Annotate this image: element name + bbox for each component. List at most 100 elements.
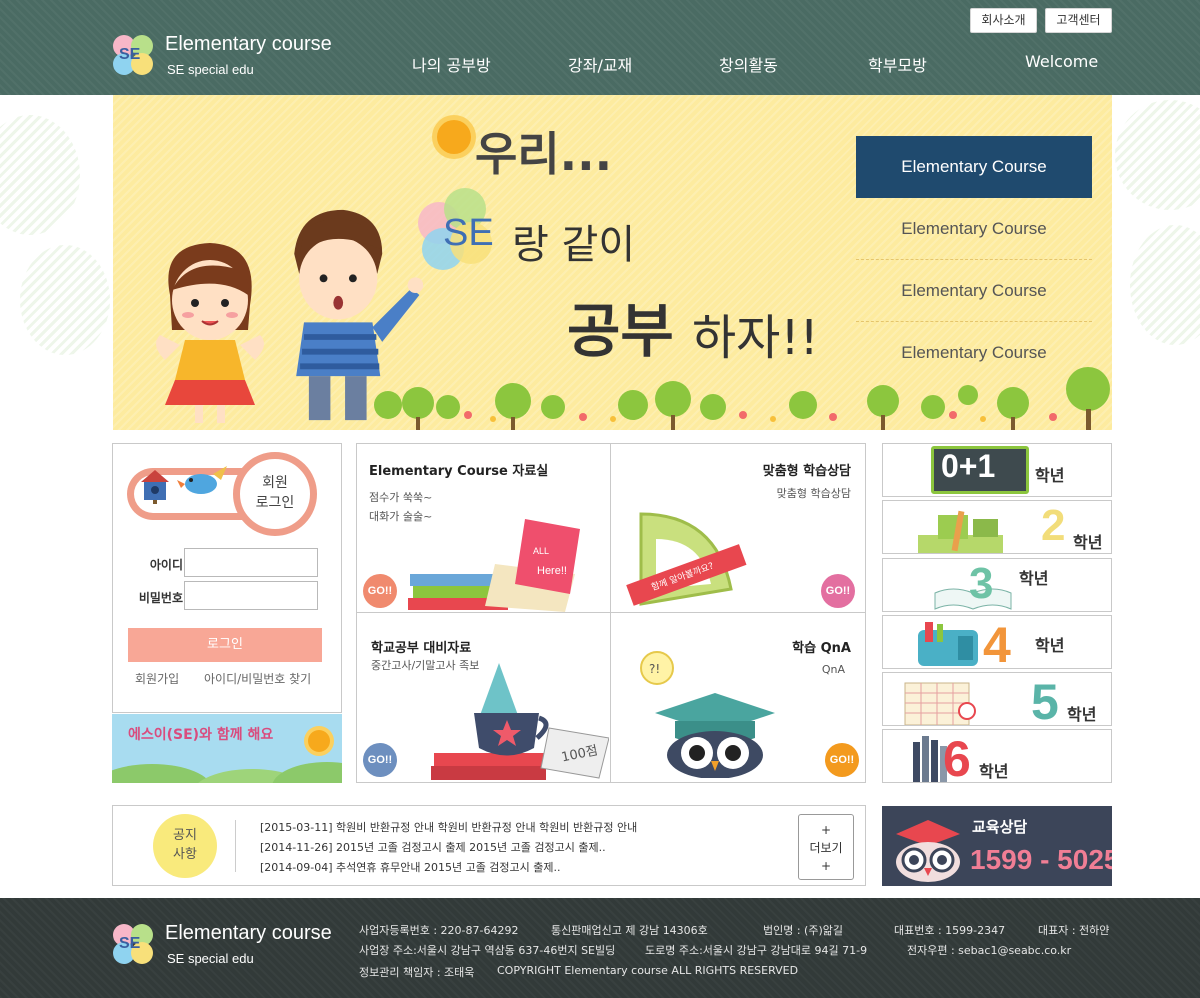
plus-icon: + [820,823,832,837]
card-title: 학습 QnA [792,641,851,656]
consult-banner[interactable]: 교육상담 1599 - 5025 [882,806,1112,886]
customer-center-button[interactable]: 고객센터 [1045,8,1112,33]
grade-item-3[interactable]: 3 학년 [882,558,1112,612]
grade-number: 3 [969,559,994,608]
logo-subtitle: SE special edu [167,62,254,77]
more-button[interactable]: + 더보기 + [798,814,854,880]
grade-item-5[interactable]: 5 학년 [882,672,1112,726]
owl-icon [896,820,960,882]
notice-item[interactable]: [2015-03-11] 학원비 반환규정 안내 학원비 반환규정 안내 학원비… [260,819,637,835]
books-illustration: ALL Here!! [408,519,580,612]
nav-courses[interactable]: 강좌/교재 [568,52,632,76]
banner-headline-3a: 공부 [567,297,674,365]
card-custom-counseling[interactable]: 맞춤형 학습상담 맞춤형 학습상담 함께 알아볼까요? GO!! [611,444,865,613]
notice-board: 공지 사항 [2015-03-11] 학원비 반환규정 안내 학원비 반환규정 … [112,805,866,886]
go-button[interactable]: GO!! [825,743,859,777]
promo-text: 에스이(SE)와 함께 해요 [128,727,274,743]
grade-item-4[interactable]: 4 학년 [882,615,1112,669]
study-illustration: 100점 [431,663,609,780]
course-tab-list: Elementary Course Elementary Course Elem… [856,136,1092,384]
course-tab-1[interactable]: Elementary Course [856,136,1092,198]
password-label: 비밀번호 [138,591,183,605]
notice-item[interactable]: [2014-11-26] 2015년 고졸 검정고시 출제 2015년 고졸 검… [260,839,606,855]
more-label: 더보기 [809,841,843,855]
card-school-prep[interactable]: 학교공부 대비자료 중간고사/기말고사 족보 100점 GO!! [357,613,611,782]
course-tab-3[interactable]: Elementary Course [856,260,1092,322]
sun-icon [437,120,471,154]
logo-title: Elementary course [165,33,332,55]
notice-item[interactable]: [2014-09-04] 추석연휴 휴무안내 2015년 고졸 검정고시 출제.… [260,859,561,875]
nav-creative-activities[interactable]: 창의활동 [719,52,778,76]
go-button[interactable]: GO!! [363,743,397,777]
grade-label: 학년 [1035,636,1065,655]
logo-mark: SE [119,46,141,63]
card-title: 학교공부 대비자료 [371,641,472,656]
svg-text:?!: ?! [649,662,660,676]
consult-phone: 1599 - 5025 [970,844,1112,875]
main-banner: 우리... SE 랑 같이 공부 하자!! Elementary Course … [113,95,1112,430]
footer-address: 사업장 주소:서울시 강남구 역삼동 637-46번지 SE빌딩 [359,944,616,957]
divider [235,820,236,872]
go-button[interactable]: GO!! [363,574,397,608]
grade-label: 학년 [979,762,1009,781]
member-login-badge: 회원 로그인 [233,452,317,536]
footer-email: 전자우편 : sebac1@seabc.co.kr [907,944,1072,957]
grade-item-6[interactable]: 6 학년 [882,729,1112,783]
nav-welcome[interactable]: Welcome [1025,52,1098,71]
card-desc-1: 맞춤형 학습상담 [776,487,851,500]
footer-corp-name: 법인명 : (주)앎길 [763,924,844,937]
course-tab-2[interactable]: Elementary Course [856,198,1092,260]
grade-item-1[interactable]: 0+1 학년 [882,443,1112,497]
banner-headline-2: 랑 같이 [512,222,636,268]
grade-label: 학년 [1035,466,1065,485]
card-desc-1: 점수가 쑥쑥~ [369,491,433,504]
join-link[interactable]: 회원가입 [135,670,179,687]
footer-logo: SE Elementary course SE special edu [113,922,353,972]
grade-label: 학년 [1067,705,1097,724]
grade-number: 6 [943,731,971,783]
logo-mark: SE [119,935,141,952]
grade-label: 학년 [1073,533,1103,552]
promo-banner[interactable]: 에스이(SE)와 함께 해요 [112,714,342,783]
footer-rep-phone: 대표번호 : 1599-2347 [894,924,1006,937]
card-study-qna[interactable]: 학습 QnA QnA ?! GO!! [611,613,865,782]
notice-badge: 공지 사항 [153,814,217,878]
footer-ceo: 대표자 : 전하얀 [1038,924,1110,937]
company-intro-button[interactable]: 회사소개 [970,8,1037,33]
blocks-icon [918,510,1003,553]
password-input[interactable] [184,581,318,610]
calendar-icon [904,682,976,725]
notice-badge-line2: 사항 [173,847,197,862]
svg-text:ALL: ALL [533,546,549,556]
id-input[interactable] [184,548,318,577]
card-title: Elementary Course 자료실 [369,464,549,479]
id-label: 아이디 [149,558,183,572]
grade-number: 0+1 [941,448,996,484]
find-account-link[interactable]: 아이디/비밀번호 찾기 [204,670,311,687]
birdhouse-icon [141,470,169,504]
consult-title: 교육상담 [972,818,1028,836]
footer-copyright: COPYRIGHT Elementary course ALL RIGHTS R… [497,964,799,977]
footer-mail-order: 통신판매업신고 제 강남 14306호 [551,924,708,937]
site-logo[interactable]: SE Elementary course SE special edu [113,33,353,83]
footer-road-address: 도로명 주소:서울시 강남구 강남대로 94길 71-9 [645,944,868,957]
nav-parents-room[interactable]: 학부모방 [868,52,927,76]
plus-icon: + [820,859,832,873]
grade-item-2[interactable]: 2 학년 [882,500,1112,554]
course-tab-4[interactable]: Elementary Course [856,322,1092,384]
nav-my-study-room[interactable]: 나의 공부방 [412,52,491,76]
grade-number: 4 [983,617,1011,669]
login-button[interactable]: 로그인 [128,628,322,662]
grade-number: 2 [1041,501,1066,550]
footer-logo-subtitle: SE special edu [167,951,254,966]
card-title: 맞춤형 학습상담 [762,464,851,479]
card-resource-room[interactable]: Elementary Course 자료실 점수가 쑥쑥~ 대화가 술술~ AL… [357,444,611,613]
banner-headline-1: 우리... [475,127,613,181]
bird-icon [177,466,227,494]
login-title-line1: 회원 [262,475,288,491]
go-button[interactable]: GO!! [821,574,855,608]
login-title-line2: 로그인 [255,495,295,511]
owl-graduate-illustration: ?! [640,651,775,778]
banner-se-text: SE [443,212,494,254]
clover-logo-icon: SE [113,35,155,77]
